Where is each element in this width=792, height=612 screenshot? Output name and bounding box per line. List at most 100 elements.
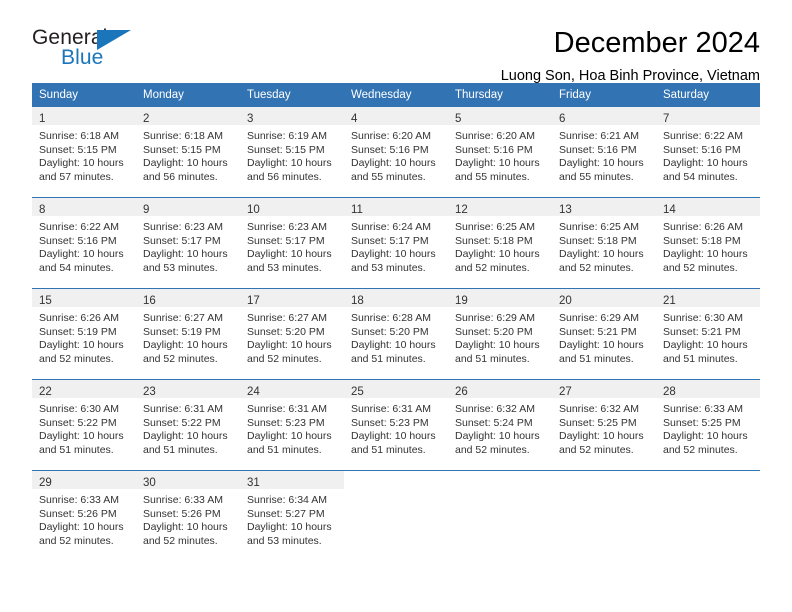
- day-cell[interactable]: 30 Sunrise: 6:33 AM Sunset: 5:26 PM Dayligh…: [136, 471, 240, 551]
- daylight-text-line1: Daylight: 10 hours: [351, 157, 436, 169]
- sunrise-text: Sunrise: 6:30 AM: [663, 312, 743, 324]
- day-number: 18: [351, 295, 364, 307]
- day-cell[interactable]: 27 Sunrise: 6:32 AM Sunset: 5:25 PM Dayligh…: [552, 380, 656, 460]
- sunrise-text: Sunrise: 6:33 AM: [143, 494, 223, 506]
- sunset-text: Sunset: 5:16 PM: [351, 143, 429, 156]
- day-sun-info: Sunrise: 6:20 AM Sunset: 5:16 PM Daylight:…: [344, 125, 448, 184]
- weekday-header-monday: Monday: [143, 89, 184, 101]
- sunrise-text: Sunrise: 6:20 AM: [455, 130, 535, 142]
- day-number: 6: [559, 113, 566, 125]
- day-number: 5: [455, 113, 462, 125]
- daylight-text-line1: Daylight: 10 hours: [351, 430, 436, 442]
- sunset-text: Sunset: 5:22 PM: [39, 416, 117, 429]
- day-cell[interactable]: 26 Sunrise: 6:32 AM Sunset: 5:24 PM Dayligh…: [448, 380, 552, 460]
- day-number: 27: [559, 386, 572, 398]
- day-sun-info: Sunrise: 6:31 AM Sunset: 5:22 PM Daylight:…: [136, 398, 240, 457]
- sunset-text: Sunset: 5:16 PM: [663, 143, 741, 156]
- day-number: 1: [39, 113, 46, 125]
- day-cell[interactable]: 21 Sunrise: 6:30 AM Sunset: 5:21 PM Dayligh…: [656, 289, 760, 369]
- daylight-text-line1: Daylight: 10 hours: [351, 339, 436, 351]
- sunset-text: Sunset: 5:16 PM: [39, 234, 117, 247]
- daylight-text-line1: Daylight: 10 hours: [247, 339, 332, 351]
- daylight-text-line2: and 52 minutes.: [663, 261, 738, 274]
- daylight-text-line2: and 52 minutes.: [143, 534, 218, 547]
- sunrise-text: Sunrise: 6:18 AM: [39, 130, 119, 142]
- daylight-text-line2: and 54 minutes.: [39, 261, 114, 274]
- sunset-text: Sunset: 5:17 PM: [143, 234, 221, 247]
- day-cell[interactable]: 20 Sunrise: 6:29 AM Sunset: 5:21 PM Dayligh…: [552, 289, 656, 369]
- day-cell[interactable]: 15 Sunrise: 6:26 AM Sunset: 5:19 PM Dayligh…: [32, 289, 136, 369]
- day-cell[interactable]: 16 Sunrise: 6:27 AM Sunset: 5:19 PM Dayligh…: [136, 289, 240, 369]
- day-cell[interactable]: 3 Sunrise: 6:19 AM Sunset: 5:15 PM Daylight…: [240, 107, 344, 187]
- sunset-text: Sunset: 5:23 PM: [351, 416, 429, 429]
- day-cell[interactable]: 12 Sunrise: 6:25 AM Sunset: 5:18 PM Dayligh…: [448, 198, 552, 278]
- daylight-text-line2: and 52 minutes.: [455, 261, 530, 274]
- sunrise-text: Sunrise: 6:32 AM: [559, 403, 639, 415]
- sunrise-text: Sunrise: 6:31 AM: [247, 403, 327, 415]
- sunset-text: Sunset: 5:19 PM: [39, 325, 117, 338]
- day-number-band: 27: [552, 380, 656, 398]
- day-sun-info: Sunrise: 6:30 AM Sunset: 5:22 PM Daylight:…: [32, 398, 136, 457]
- day-cell[interactable]: 9 Sunrise: 6:23 AM Sunset: 5:17 PM Daylight…: [136, 198, 240, 278]
- calendar-page: General Blue December 2024 Luong Son, Ho…: [0, 0, 792, 612]
- day-sun-info: Sunrise: 6:23 AM Sunset: 5:17 PM Daylight:…: [240, 216, 344, 275]
- daylight-text-line1: Daylight: 10 hours: [455, 248, 540, 260]
- day-number-band: 22: [32, 380, 136, 398]
- weekday-header-thursday: Thursday: [455, 89, 503, 101]
- daylight-text-line2: and 52 minutes.: [559, 261, 634, 274]
- day-cell[interactable]: 8 Sunrise: 6:22 AM Sunset: 5:16 PM Daylight…: [32, 198, 136, 278]
- daylight-text-line2: and 51 minutes.: [143, 443, 218, 456]
- daylight-text-line2: and 53 minutes.: [143, 261, 218, 274]
- day-cell[interactable]: 18 Sunrise: 6:28 AM Sunset: 5:20 PM Dayligh…: [344, 289, 448, 369]
- daylight-text-line2: and 52 minutes.: [39, 352, 114, 365]
- day-cell[interactable]: 4 Sunrise: 6:20 AM Sunset: 5:16 PM Daylight…: [344, 107, 448, 187]
- sunrise-text: Sunrise: 6:29 AM: [559, 312, 639, 324]
- sunrise-text: Sunrise: 6:26 AM: [663, 221, 743, 233]
- day-cell[interactable]: 11 Sunrise: 6:24 AM Sunset: 5:17 PM Dayligh…: [344, 198, 448, 278]
- title-block: December 2024 Luong Son, Hoa Binh Provin…: [501, 26, 760, 86]
- day-cell[interactable]: 5 Sunrise: 6:20 AM Sunset: 5:16 PM Daylight…: [448, 107, 552, 187]
- day-cell[interactable]: 10 Sunrise: 6:23 AM Sunset: 5:17 PM Dayligh…: [240, 198, 344, 278]
- day-number-band: 13: [552, 198, 656, 216]
- calendar-weeks: 1 Sunrise: 6:18 AM Sunset: 5:15 PM Daylight…: [32, 107, 760, 551]
- day-cell[interactable]: 6 Sunrise: 6:21 AM Sunset: 5:16 PM Daylight…: [552, 107, 656, 187]
- day-number: 11: [351, 204, 363, 216]
- sunrise-text: Sunrise: 6:29 AM: [455, 312, 535, 324]
- sunset-text: Sunset: 5:25 PM: [663, 416, 741, 429]
- day-cell[interactable]: 23 Sunrise: 6:31 AM Sunset: 5:22 PM Dayligh…: [136, 380, 240, 460]
- day-cell[interactable]: 13 Sunrise: 6:25 AM Sunset: 5:18 PM Dayligh…: [552, 198, 656, 278]
- daylight-text-line2: and 52 minutes.: [663, 443, 738, 456]
- day-cell[interactable]: 19 Sunrise: 6:29 AM Sunset: 5:20 PM Dayligh…: [448, 289, 552, 369]
- day-cell[interactable]: 17 Sunrise: 6:27 AM Sunset: 5:20 PM Dayligh…: [240, 289, 344, 369]
- sunrise-text: Sunrise: 6:20 AM: [351, 130, 431, 142]
- day-cell[interactable]: 1 Sunrise: 6:18 AM Sunset: 5:15 PM Daylight…: [32, 107, 136, 187]
- daylight-text-line1: Daylight: 10 hours: [39, 521, 124, 533]
- day-number-band: 20: [552, 289, 656, 307]
- day-number: 29: [39, 477, 52, 489]
- sunset-text: Sunset: 5:27 PM: [247, 507, 325, 520]
- day-sun-info: Sunrise: 6:33 AM Sunset: 5:26 PM Daylight:…: [136, 489, 240, 548]
- day-number: 19: [455, 295, 468, 307]
- day-number-band: 28: [656, 380, 760, 398]
- day-sun-info: Sunrise: 6:27 AM Sunset: 5:20 PM Daylight:…: [240, 307, 344, 366]
- day-cell[interactable]: 2 Sunrise: 6:18 AM Sunset: 5:15 PM Daylight…: [136, 107, 240, 187]
- day-number-band: 10: [240, 198, 344, 216]
- day-cell[interactable]: 28 Sunrise: 6:33 AM Sunset: 5:25 PM Dayligh…: [656, 380, 760, 460]
- day-cell[interactable]: 22 Sunrise: 6:30 AM Sunset: 5:22 PM Dayligh…: [32, 380, 136, 460]
- day-sun-info: Sunrise: 6:24 AM Sunset: 5:17 PM Daylight:…: [344, 216, 448, 275]
- day-number-band: 19: [448, 289, 552, 307]
- daylight-text-line2: and 54 minutes.: [663, 170, 738, 183]
- day-number: 8: [39, 204, 46, 216]
- weekday-header-wednesday: Wednesday: [351, 89, 412, 101]
- day-cell[interactable]: 14 Sunrise: 6:26 AM Sunset: 5:18 PM Dayligh…: [656, 198, 760, 278]
- daylight-text-line2: and 53 minutes.: [351, 261, 426, 274]
- day-cell[interactable]: 7 Sunrise: 6:22 AM Sunset: 5:16 PM Daylight…: [656, 107, 760, 187]
- sunrise-text: Sunrise: 6:26 AM: [39, 312, 119, 324]
- day-number-band: 17: [240, 289, 344, 307]
- general-blue-logo[interactable]: General Blue: [32, 26, 162, 72]
- calendar-week-row: 29 Sunrise: 6:33 AM Sunset: 5:26 PM Dayligh…: [32, 470, 760, 551]
- day-cell[interactable]: 25 Sunrise: 6:31 AM Sunset: 5:23 PM Dayligh…: [344, 380, 448, 460]
- day-cell[interactable]: 31 Sunrise: 6:34 AM Sunset: 5:27 PM Dayligh…: [240, 471, 344, 551]
- day-cell[interactable]: 24 Sunrise: 6:31 AM Sunset: 5:23 PM Dayligh…: [240, 380, 344, 460]
- day-cell[interactable]: 29 Sunrise: 6:33 AM Sunset: 5:26 PM Dayligh…: [32, 471, 136, 551]
